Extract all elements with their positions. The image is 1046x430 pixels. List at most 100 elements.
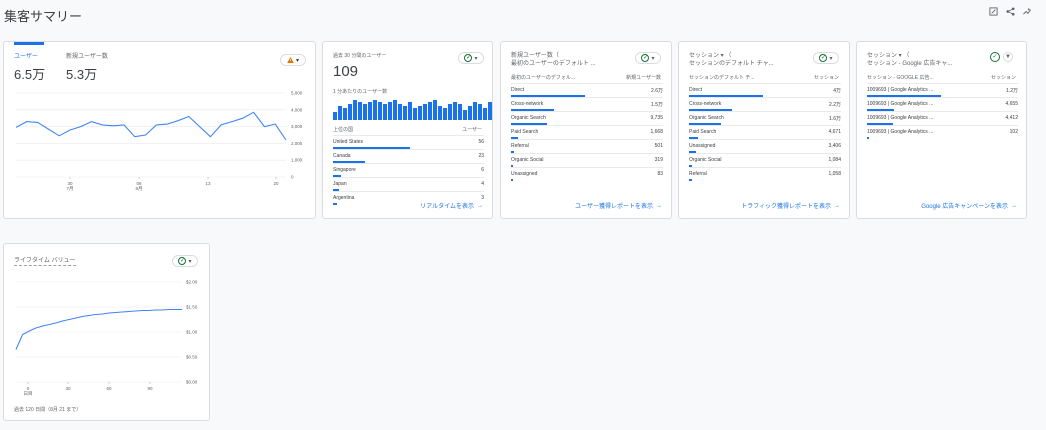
table-row[interactable]: Direct 2.6万 <box>511 83 663 97</box>
check-circle-icon: ✓ <box>819 54 828 62</box>
per-minute-bar <box>388 102 392 120</box>
row-value: 23 <box>478 153 484 159</box>
per-minute-bar-chart <box>333 98 492 120</box>
table-row[interactable]: Referral 501 <box>511 139 663 153</box>
row-dimension: Cross-network <box>511 101 544 107</box>
y-tick-label: 1,000 <box>291 158 303 163</box>
view-user-acquisition-link[interactable]: ユーザー獲得レポートを表示 → <box>575 201 662 211</box>
card-title-line: セッション - Google 広告キャ... <box>867 61 953 67</box>
table-row[interactable]: Cross-network 1.5万 <box>511 97 663 111</box>
y-tick-label: $1.50 <box>186 305 198 310</box>
table-row[interactable]: Singapore 6 <box>333 163 484 177</box>
row-value: 501 <box>654 143 663 149</box>
filter-icon[interactable]: ▼ <box>1003 52 1013 62</box>
table-row[interactable]: 1009693 | Google Analytics ... 1.2万 <box>867 83 1018 97</box>
table-row[interactable]: Organic Search 9,735 <box>511 111 663 125</box>
per-minute-bar <box>483 108 487 120</box>
new-users-channel-card: 新規ユーザー数（ 最初のユーザーのデフォルト ... ✓ ▾ 最初のユーザーのデ… <box>500 41 672 219</box>
table-row[interactable]: Organic Search 1.6万 <box>689 111 841 125</box>
row-dimension: Japan <box>333 181 347 187</box>
row-dimension: Argentina <box>333 195 355 201</box>
table-row[interactable]: Paid Search 4,671 <box>689 125 841 139</box>
series-line <box>15 111 287 141</box>
per-minute-label: 1 分あたりのユーザー数 <box>333 89 388 95</box>
table-row[interactable]: Organic Social 1,084 <box>689 153 841 167</box>
y-tick-label: 2,000 <box>291 141 303 146</box>
card-title[interactable]: セッション ▾ （ セッション - Google 広告キャ... <box>867 52 952 68</box>
per-minute-bar <box>473 102 477 120</box>
per-minute-bar <box>413 108 417 120</box>
table-row[interactable]: Unassigned 83 <box>511 167 663 181</box>
insight-dropdown[interactable]: ✓ ▾ <box>813 52 839 64</box>
per-minute-bar <box>423 104 427 120</box>
row-dimension: Organic Social <box>689 157 722 163</box>
link-label: Google 広告キャンペーンを表示 <box>921 204 1008 210</box>
table-row[interactable]: Cross-network 2.2万 <box>689 97 841 111</box>
per-minute-bar <box>488 102 492 120</box>
row-value: 4 <box>481 181 484 187</box>
table-row[interactable]: Unassigned 3,406 <box>689 139 841 153</box>
table-row[interactable]: 1009693 | Google Analytics ... 102 <box>867 125 1018 139</box>
card-title-line: セッション ▾ （ <box>867 53 910 59</box>
table-row[interactable]: Direct 4万 <box>689 83 841 97</box>
table-row[interactable]: Organic Social 319 <box>511 153 663 167</box>
link-label: ユーザー獲得レポートを表示 <box>575 204 653 210</box>
view-google-ads-link[interactable]: Google 広告キャンペーンを表示 → <box>921 201 1017 211</box>
check-circle-icon[interactable]: ✓ <box>990 52 1000 62</box>
realtime-users-value: 109 <box>333 63 359 80</box>
table-row[interactable]: Referral 1,058 <box>689 167 841 181</box>
insights-icon[interactable] <box>1022 6 1032 16</box>
per-minute-bar <box>463 110 467 120</box>
row-value: 6 <box>481 167 484 173</box>
card-actions: ✓ ▼ <box>990 52 1013 62</box>
report-icon[interactable] <box>988 6 998 16</box>
row-value: 9,735 <box>650 115 663 121</box>
view-traffic-acquisition-link[interactable]: トラフィック獲得レポートを表示 → <box>741 201 840 211</box>
y-tick-label: 4,000 <box>291 107 303 112</box>
per-minute-bar <box>478 104 482 120</box>
view-realtime-link[interactable]: リアルタイムを表示 → <box>420 201 483 211</box>
link-label: リアルタイムを表示 <box>420 204 474 210</box>
row-dimension: Referral <box>689 171 707 177</box>
per-minute-bar <box>468 106 472 120</box>
google-ads-campaign-card: セッション ▾ （ セッション - Google 広告キャ... ✓ ▼ セッシ… <box>856 41 1027 219</box>
per-minute-bar <box>433 100 437 120</box>
row-dimension: 1009693 | Google Analytics ... <box>867 101 934 107</box>
row-value: 1.6万 <box>829 116 841 122</box>
table-row[interactable]: Canada 23 <box>333 149 484 163</box>
table-row[interactable]: Paid Search 1,668 <box>511 125 663 139</box>
per-minute-bar <box>378 102 382 120</box>
per-minute-bar <box>438 106 442 120</box>
card-title[interactable]: セッション ▾ （ セッションのデフォルト チャ... <box>689 52 774 68</box>
y-tick-label: $2.00 <box>186 280 198 285</box>
column-header-dimension: セッションのデフォルト チ... <box>689 75 755 81</box>
column-header-dimension: セッション - GOOGLE 広告... <box>867 75 934 81</box>
x-tick-label: 日目 <box>24 391 33 397</box>
per-minute-bar <box>348 104 352 120</box>
row-share-bar <box>333 203 338 205</box>
per-minute-bar <box>428 102 432 120</box>
table-row[interactable]: United States 56 <box>333 135 484 149</box>
insight-dropdown[interactable]: ✓ ▾ <box>458 52 484 64</box>
column-header-metric: セッション <box>813 75 839 81</box>
arrow-right-icon: → <box>656 202 662 209</box>
row-value: 319 <box>654 157 663 163</box>
card-title[interactable]: 新規ユーザー数（ 最初のユーザーのデフォルト ... <box>511 52 596 68</box>
date-range-label: 過去 120 日間（8月 21 まで） <box>14 407 82 413</box>
y-tick-label: $0.00 <box>186 380 198 385</box>
chevron-down-icon: ▾ <box>651 55 655 62</box>
row-value: 4,655 <box>1005 101 1018 107</box>
card-title-line: 新規ユーザー数（ <box>511 53 559 59</box>
row-dimension: Singapore <box>333 167 356 173</box>
users-line-chart: 5,0004,0003,0002,0001,0000307月068月13 20 <box>15 91 303 192</box>
per-minute-bar <box>408 102 412 120</box>
row-dimension: Organic Search <box>511 115 546 121</box>
column-header-metric: セッション <box>990 75 1016 81</box>
x-tick-label: 30 <box>65 386 71 391</box>
insight-dropdown[interactable]: ✓ ▾ <box>635 52 661 64</box>
y-tick-label: $1.00 <box>186 330 198 335</box>
share-icon[interactable] <box>1005 6 1015 16</box>
table-row[interactable]: Japan 4 <box>333 177 484 191</box>
table-row[interactable]: 1009693 | Google Analytics ... 4,412 <box>867 111 1018 125</box>
table-row[interactable]: 1009693 | Google Analytics ... 4,655 <box>867 97 1018 111</box>
